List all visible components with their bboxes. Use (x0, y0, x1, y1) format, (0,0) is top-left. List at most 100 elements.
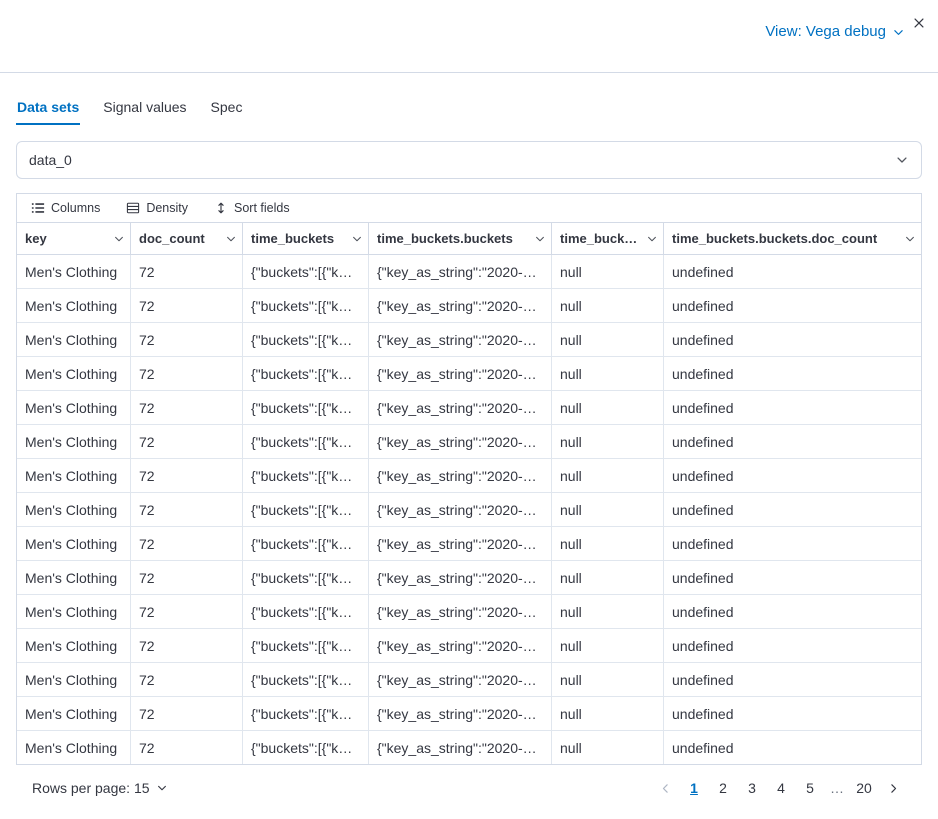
table-cell[interactable]: {"buckets":[{"k… (243, 493, 369, 526)
table-cell[interactable]: {"key_as_string":"2020-… (369, 595, 552, 628)
table-cell[interactable]: null (552, 255, 664, 288)
chevron-right-icon[interactable] (880, 775, 906, 801)
table-cell[interactable]: {"key_as_string":"2020-… (369, 629, 552, 662)
table-cell[interactable]: 72 (131, 357, 243, 390)
table-cell[interactable]: {"buckets":[{"k… (243, 357, 369, 390)
table-cell[interactable]: null (552, 391, 664, 424)
column-header-time-buckets-buckets[interactable]: time_buckets.buckets (369, 223, 552, 254)
table-cell[interactable]: null (552, 629, 664, 662)
density-button[interactable]: Density (118, 198, 196, 218)
table-cell[interactable]: null (552, 595, 664, 628)
table-cell[interactable]: undefined (664, 697, 921, 730)
table-cell[interactable]: {"key_as_string":"2020-… (369, 323, 552, 356)
table-cell[interactable]: {"buckets":[{"k… (243, 391, 369, 424)
table-cell[interactable]: {"buckets":[{"k… (243, 323, 369, 356)
table-cell[interactable]: 72 (131, 697, 243, 730)
table-cell[interactable]: {"buckets":[{"k… (243, 629, 369, 662)
table-cell[interactable]: {"buckets":[{"k… (243, 595, 369, 628)
table-cell[interactable]: undefined (664, 289, 921, 322)
table-cell[interactable]: null (552, 323, 664, 356)
table-cell[interactable]: undefined (664, 731, 921, 764)
columns-button[interactable]: Columns (23, 198, 108, 218)
table-cell[interactable]: undefined (664, 391, 921, 424)
table-cell[interactable]: Men's Clothing (17, 425, 131, 458)
table-cell[interactable]: 72 (131, 663, 243, 696)
table-cell[interactable]: {"buckets":[{"k… (243, 527, 369, 560)
table-cell[interactable]: undefined (664, 663, 921, 696)
table-cell[interactable]: {"key_as_string":"2020-… (369, 357, 552, 390)
table-cell[interactable]: 72 (131, 493, 243, 526)
table-cell[interactable]: {"buckets":[{"k… (243, 561, 369, 594)
table-cell[interactable]: {"key_as_string":"2020-… (369, 561, 552, 594)
table-cell[interactable]: undefined (664, 459, 921, 492)
table-cell[interactable]: null (552, 527, 664, 560)
table-cell[interactable]: {"key_as_string":"2020-… (369, 459, 552, 492)
tab-spec[interactable]: Spec (210, 95, 244, 125)
table-cell[interactable]: Men's Clothing (17, 561, 131, 594)
table-cell[interactable]: null (552, 289, 664, 322)
table-cell[interactable]: Men's Clothing (17, 527, 131, 560)
page-button-20[interactable]: 20 (851, 775, 877, 801)
chevron-down-icon[interactable] (225, 233, 237, 245)
table-cell[interactable]: Men's Clothing (17, 493, 131, 526)
table-cell[interactable]: {"buckets":[{"k… (243, 425, 369, 458)
chevron-down-icon[interactable] (351, 233, 363, 245)
table-cell[interactable]: undefined (664, 323, 921, 356)
sort-fields-button[interactable]: Sort fields (206, 198, 298, 218)
page-button-5[interactable]: 5 (797, 775, 823, 801)
page-button-4[interactable]: 4 (768, 775, 794, 801)
table-cell[interactable]: undefined (664, 527, 921, 560)
tab-signal-values[interactable]: Signal values (102, 95, 187, 125)
table-cell[interactable]: null (552, 459, 664, 492)
table-cell[interactable]: {"key_as_string":"2020-… (369, 425, 552, 458)
table-cell[interactable]: Men's Clothing (17, 289, 131, 322)
tab-data-sets[interactable]: Data sets (16, 95, 80, 125)
table-cell[interactable]: undefined (664, 425, 921, 458)
table-cell[interactable]: {"key_as_string":"2020-… (369, 663, 552, 696)
table-cell[interactable]: {"buckets":[{"k… (243, 731, 369, 764)
table-cell[interactable]: Men's Clothing (17, 697, 131, 730)
table-cell[interactable]: 72 (131, 595, 243, 628)
table-cell[interactable]: null (552, 493, 664, 526)
table-cell[interactable]: 72 (131, 391, 243, 424)
table-cell[interactable]: Men's Clothing (17, 629, 131, 662)
table-cell[interactable]: undefined (664, 629, 921, 662)
table-cell[interactable]: 72 (131, 323, 243, 356)
table-cell[interactable]: {"buckets":[{"k… (243, 663, 369, 696)
table-cell[interactable]: {"key_as_string":"2020-… (369, 289, 552, 322)
table-cell[interactable]: 72 (131, 629, 243, 662)
table-cell[interactable]: {"key_as_string":"2020-… (369, 391, 552, 424)
table-cell[interactable]: Men's Clothing (17, 323, 131, 356)
rows-per-page-button[interactable]: Rows per page: 15 (32, 780, 168, 796)
table-cell[interactable]: undefined (664, 595, 921, 628)
table-cell[interactable]: Men's Clothing (17, 459, 131, 492)
table-cell[interactable]: {"buckets":[{"k… (243, 697, 369, 730)
table-cell[interactable]: 72 (131, 731, 243, 764)
close-icon[interactable] (910, 14, 928, 32)
table-cell[interactable]: 72 (131, 425, 243, 458)
column-header-doc-count[interactable]: doc_count (131, 223, 243, 254)
page-button-3[interactable]: 3 (739, 775, 765, 801)
table-cell[interactable]: 72 (131, 289, 243, 322)
table-cell[interactable]: {"buckets":[{"k… (243, 289, 369, 322)
table-cell[interactable]: undefined (664, 493, 921, 526)
table-cell[interactable]: null (552, 663, 664, 696)
chevron-down-icon[interactable] (113, 233, 125, 245)
chevron-left-icon[interactable] (652, 775, 678, 801)
page-button-2[interactable]: 2 (710, 775, 736, 801)
dataset-select[interactable]: data_0 (16, 141, 922, 179)
table-cell[interactable]: {"key_as_string":"2020-… (369, 255, 552, 288)
table-cell[interactable]: undefined (664, 357, 921, 390)
page-button-1[interactable]: 1 (681, 775, 707, 801)
table-cell[interactable]: null (552, 731, 664, 764)
table-cell[interactable]: Men's Clothing (17, 391, 131, 424)
table-cell[interactable]: 72 (131, 459, 243, 492)
table-cell[interactable]: {"key_as_string":"2020-… (369, 731, 552, 764)
view-selector[interactable]: View: Vega debug (765, 23, 905, 40)
table-cell[interactable]: undefined (664, 561, 921, 594)
table-cell[interactable]: {"key_as_string":"2020-… (369, 493, 552, 526)
table-cell[interactable]: {"buckets":[{"k… (243, 459, 369, 492)
table-cell[interactable]: null (552, 561, 664, 594)
table-cell[interactable]: null (552, 357, 664, 390)
table-cell[interactable]: Men's Clothing (17, 255, 131, 288)
